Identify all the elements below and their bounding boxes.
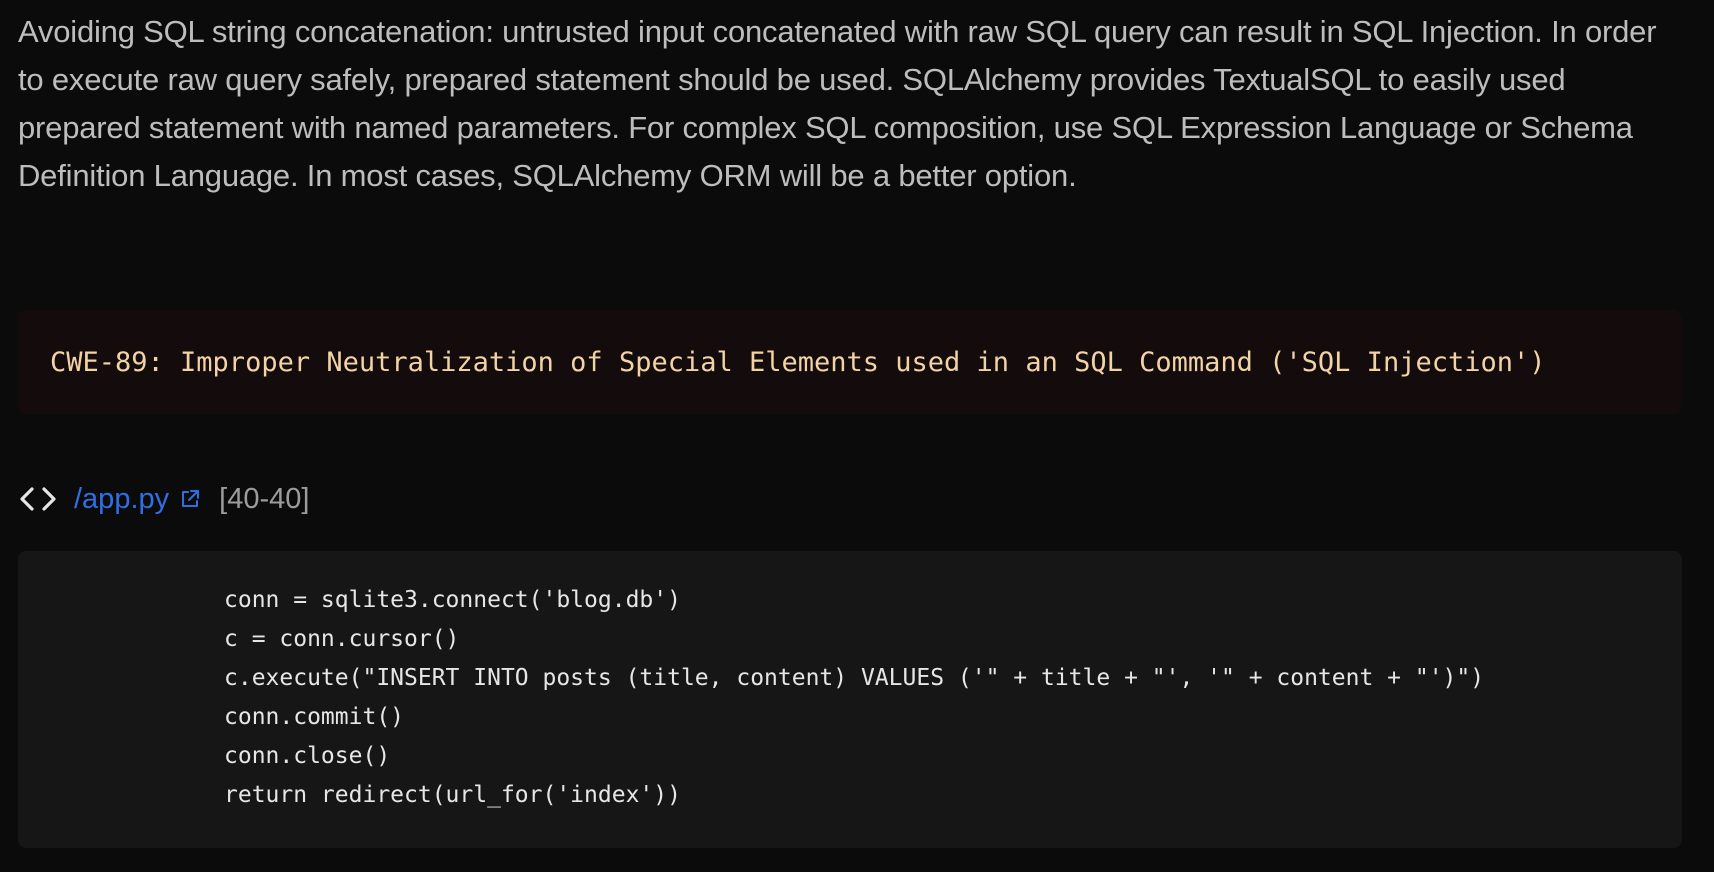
file-path-link[interactable]: /app.py	[74, 483, 169, 516]
file-location: /app.py [40-40]	[18, 476, 309, 522]
line-range: [40-40]	[219, 482, 310, 515]
code-line: return redirect(url_for('index'))	[224, 782, 681, 808]
external-link-icon[interactable]	[179, 488, 201, 510]
code-snippet: conn = sqlite3.connect('blog.db') c = co…	[18, 551, 1682, 848]
code-line: conn = sqlite3.connect('blog.db')	[224, 587, 681, 613]
rule-description: Avoiding SQL string concatenation: untru…	[18, 14, 1657, 193]
code-line: c.execute("INSERT INTO posts (title, con…	[224, 665, 1485, 691]
code-brackets-icon	[18, 484, 58, 514]
cwe-banner: CWE-89: Improper Neutralization of Speci…	[18, 310, 1682, 414]
code-line: conn.close()	[224, 743, 391, 769]
cwe-label: CWE-89: Improper Neutralization of Speci…	[50, 346, 1546, 378]
code-line: c = conn.cursor()	[224, 626, 460, 652]
code-line: conn.commit()	[224, 704, 405, 730]
